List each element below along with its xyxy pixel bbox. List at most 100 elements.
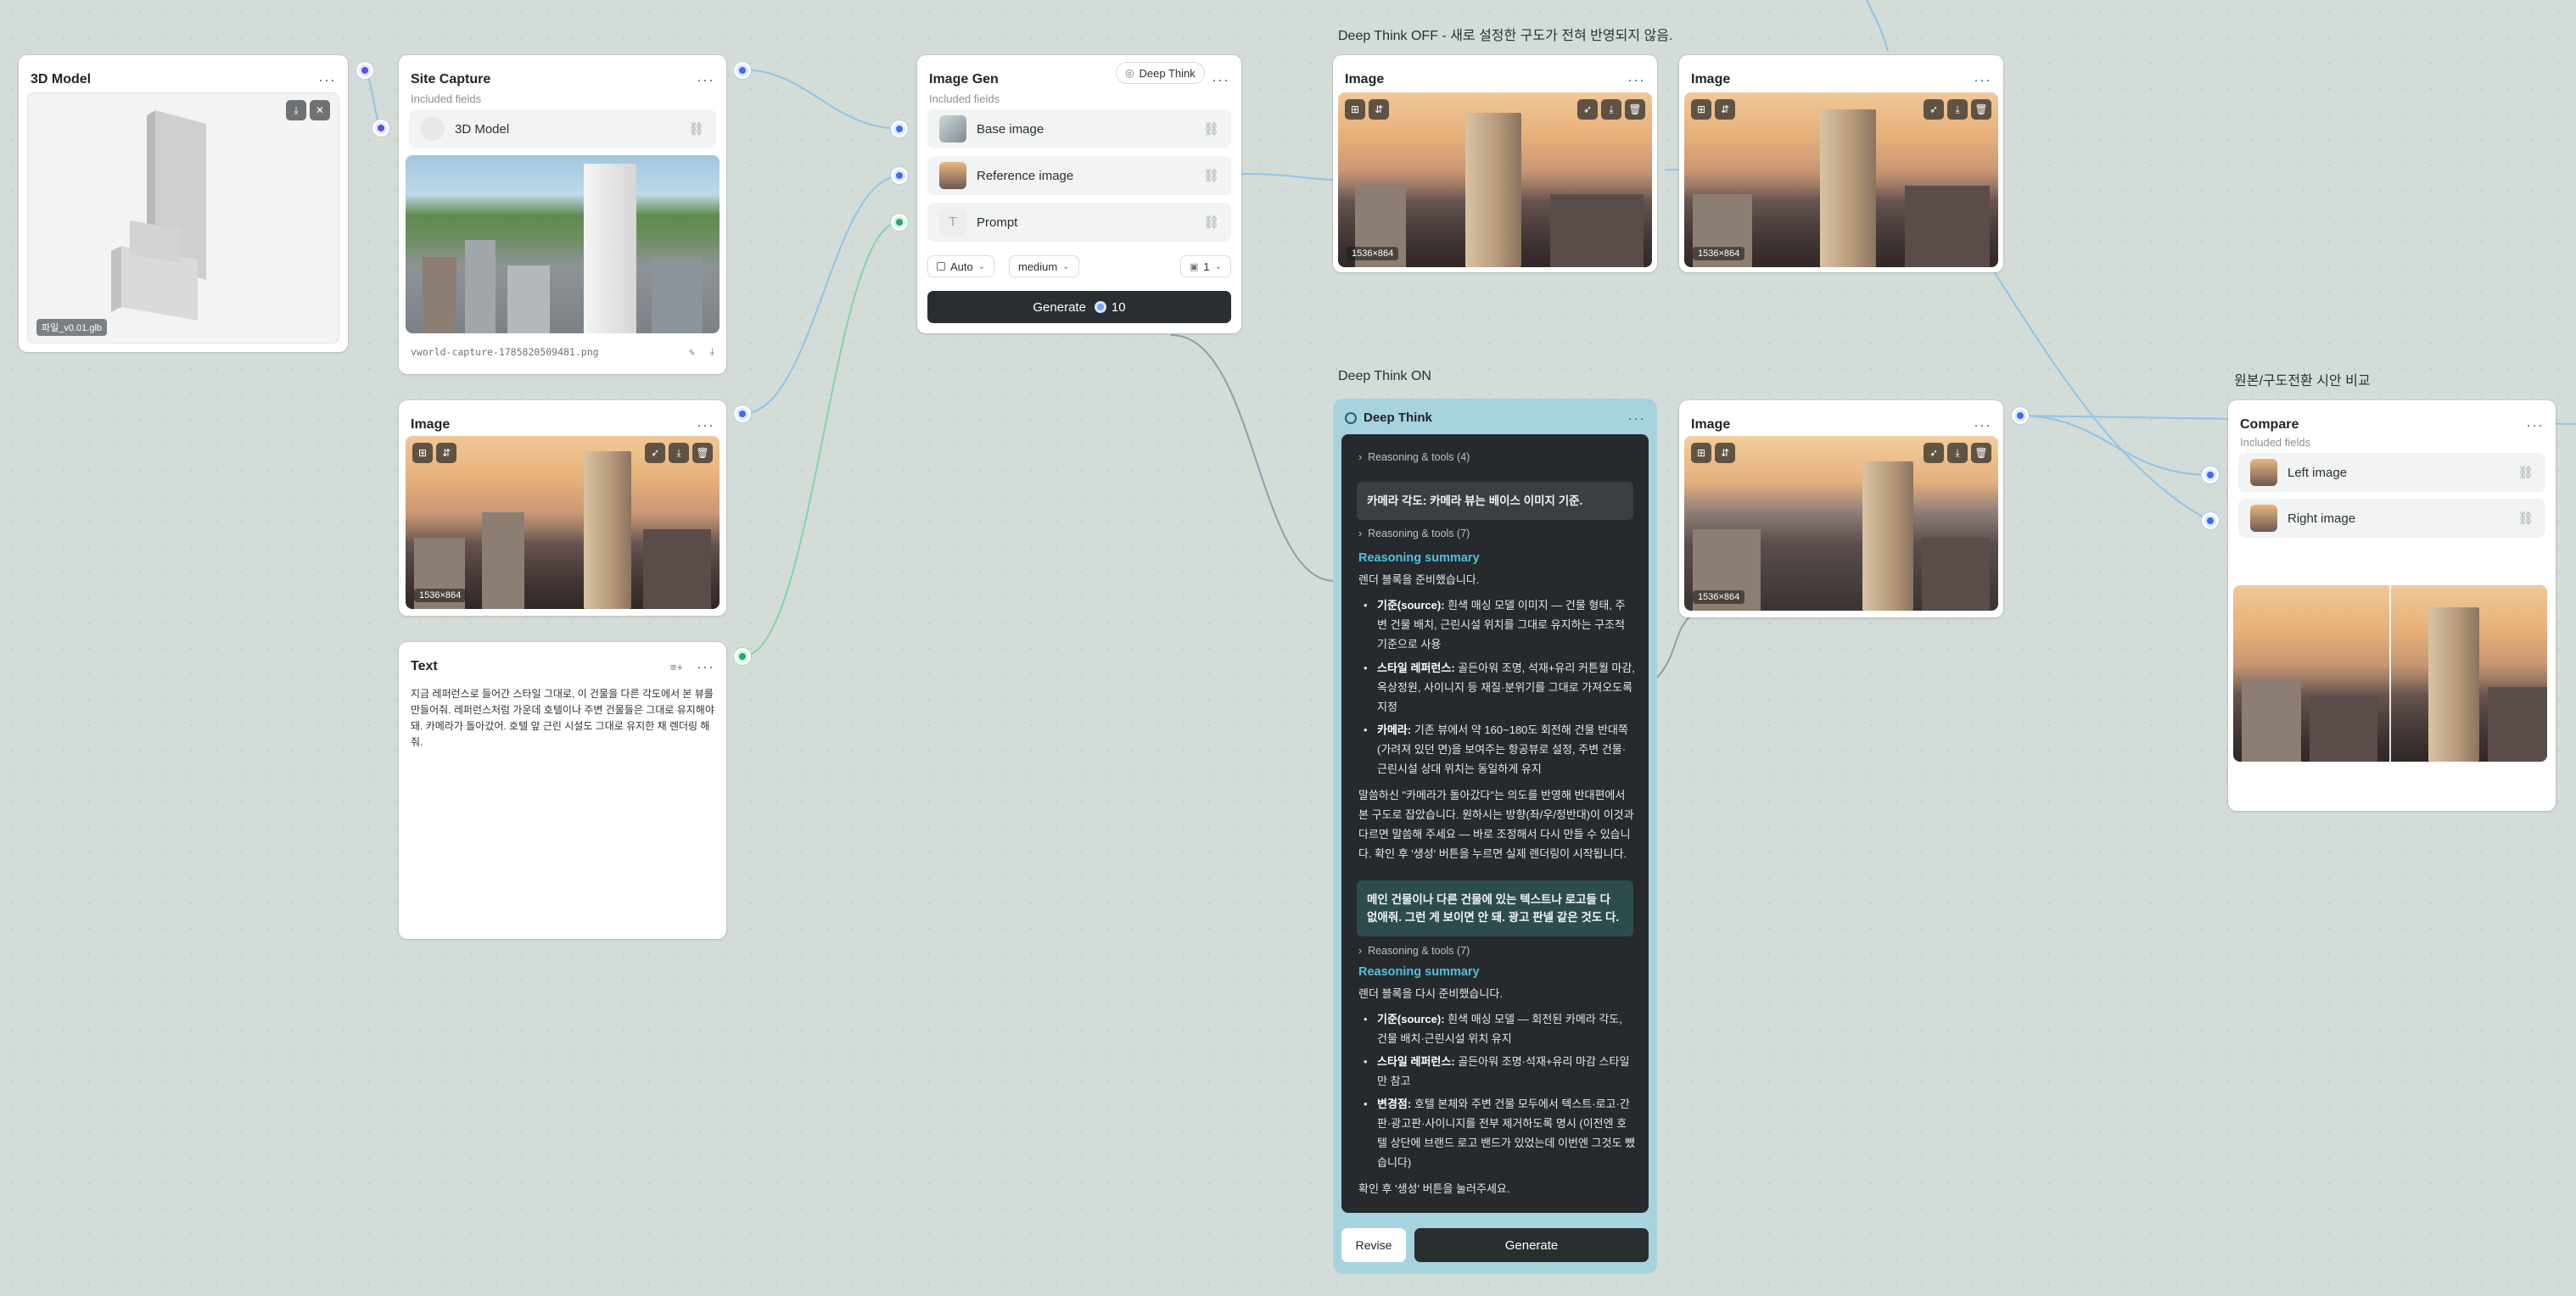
send-icon[interactable]: ➶ [1924,99,1944,120]
output-port[interactable] [734,648,751,665]
more-menu-icon[interactable]: ··· [1627,411,1645,426]
pin-icon[interactable]: ⇵ [1715,443,1735,463]
add-text-icon[interactable]: ≡+ [670,661,683,673]
node-site-capture[interactable]: Site Capture ··· Included fields 3D Mode… [399,55,726,374]
link-icon[interactable]: ⛓ [2517,511,2534,526]
image-preview[interactable]: ⊞ ⇵ ➶ ⤓ 🗑 1536×864 [406,436,720,609]
capture-image[interactable] [406,155,720,333]
prompt-text[interactable]: 지금 레퍼런스로 들어간 스타일 그대로, 이 건물을 다른 각도에서 본 뷰를… [411,686,714,751]
summary-outro: 말씀하신 "카메라가 돌아갔다"는 의도를 반영해 반대편에서 본 구도로 잡았… [1358,789,1634,860]
send-icon[interactable]: ➶ [1924,443,1944,463]
node-3d-model[interactable]: 3D Model ··· ⤓ ✕ 파일_v0.01.glb [19,55,348,352]
node-image-left[interactable]: Image ··· ⊞ ⇵ ➶ ⤓ 🗑 1536×864 [399,400,726,616]
node-image-off-2[interactable]: Image ··· ⊞ ⇵ ➶ ⤓ 🗑 1536×864 [1679,55,2003,272]
field-label: Left image [2288,465,2348,480]
aspect-select[interactable]: Auto ⌄ [927,255,995,277]
generate-button[interactable]: Generate 10 [927,291,1231,323]
node-image-off-1[interactable]: Image ··· ⊞ ⇵ ➶ ⤓ 🗑 1536×864 [1333,55,1657,272]
download-icon[interactable]: ⤓ [1947,99,1968,120]
delete-icon[interactable]: 🗑 [1971,443,1991,463]
download-icon[interactable]: ⤓ [286,100,306,120]
input-port-right[interactable] [2202,512,2219,529]
tower-shape [1465,113,1521,267]
close-icon[interactable]: ✕ [310,100,330,120]
image-preview[interactable]: ⊞ ⇵ ➶ ⤓ 🗑 1536×864 [1684,436,1998,611]
field-label: Base image [977,121,1044,137]
pin-icon[interactable]: ⇵ [1715,99,1735,120]
expand-icon[interactable]: ⊞ [1691,99,1711,120]
generate-label: Generate [1033,299,1086,315]
input-port-left[interactable] [2202,466,2219,483]
image-size: 1536×864 [414,589,467,602]
field-right-image[interactable]: Right image ⛓ [2238,499,2545,538]
input-port-reference[interactable] [891,167,908,184]
more-menu-icon[interactable]: ··· [318,72,336,87]
expand-icon[interactable]: ⊞ [1345,99,1365,120]
link-icon[interactable]: ⛓ [688,121,704,137]
download-icon[interactable]: ⤓ [1601,99,1621,120]
more-menu-icon[interactable]: ··· [697,417,714,433]
more-menu-icon[interactable]: ··· [1974,417,1991,433]
input-port-base[interactable] [891,120,908,137]
link-icon[interactable]: ⛓ [2517,465,2534,480]
node-image-gen[interactable]: Image Gen ··· ◎ Deep Think Included fiel… [917,55,1241,333]
quality-select[interactable]: medium ⌄ [1009,255,1079,277]
link-icon[interactable]: ⛓ [1203,215,1219,230]
link-icon[interactable]: ⛓ [1203,168,1219,183]
compare-preview[interactable] [2233,585,2547,762]
count-select[interactable]: ▣ 1 ⌄ [1179,255,1231,277]
download-icon[interactable]: ⤓ [669,443,689,463]
output-port[interactable] [2012,407,2029,424]
field-base-image[interactable]: Base image ⛓ [927,109,1231,148]
node-text[interactable]: Text ≡+ ··· 지금 레퍼런스로 들어간 스타일 그대로, 이 건물을 … [399,642,726,939]
field-reference-image[interactable]: Reference image ⛓ [927,156,1231,195]
summary-intro: 렌더 블록을 다시 준비했습니다. [1358,987,1503,1000]
send-icon[interactable]: ➶ [1577,99,1598,120]
more-menu-icon[interactable]: ··· [1212,72,1229,87]
generate-button[interactable]: Generate [1414,1228,1649,1262]
reasoning-toggle[interactable]: › Reasoning & tools (7) [1358,945,1470,957]
output-port[interactable] [734,62,751,79]
model-viewport[interactable]: ⤓ ✕ 파일_v0.01.glb [27,92,339,344]
deep-think-transcript[interactable]: › Reasoning & tools (4) 카메라 각도: 카메라 뷰는 베… [1341,434,1649,1213]
pin-icon[interactable]: ⇵ [436,443,456,463]
more-menu-icon[interactable]: ··· [2526,417,2544,433]
send-icon[interactable]: ➶ [645,443,665,463]
edit-icon[interactable]: ✎ [689,346,695,358]
output-port[interactable] [734,405,751,422]
brain-icon: ◎ [1125,67,1134,79]
image-size: 1536×864 [1693,590,1745,604]
reasoning-toggle[interactable]: › Reasoning & tools (4) [1358,451,1470,463]
input-port[interactable] [372,120,389,137]
reasoning-toggle[interactable]: › Reasoning & tools (7) [1358,528,1470,539]
delete-icon[interactable]: 🗑 [692,443,713,463]
input-port-prompt[interactable] [891,214,908,231]
expand-icon[interactable]: ⊞ [412,443,433,463]
output-port[interactable] [356,62,373,79]
more-menu-icon[interactable]: ··· [697,659,714,674]
delete-icon[interactable]: 🗑 [1625,99,1645,120]
revise-button[interactable]: Revise [1341,1228,1406,1262]
field-left-image[interactable]: Left image ⛓ [2238,453,2545,492]
image-preview[interactable]: ⊞ ⇵ ➶ ⤓ 🗑 1536×864 [1338,92,1652,267]
link-icon[interactable]: ⛓ [1203,121,1219,137]
image-preview[interactable]: ⊞ ⇵ ➶ ⤓ 🗑 1536×864 [1684,92,1998,267]
node-title: Image [1691,417,1731,432]
node-image-on[interactable]: Image ··· ⊞ ⇵ ➶ ⤓ 🗑 1536×864 [1679,400,2003,617]
download-icon[interactable]: ⤓ [710,345,714,358]
expand-icon[interactable]: ⊞ [1691,443,1711,463]
node-compare[interactable]: Compare ··· Included fields Left image ⛓… [2228,400,2556,811]
download-icon[interactable]: ⤓ [1947,443,1968,463]
deep-think-toggle[interactable]: ◎ Deep Think [1116,62,1205,84]
field-prompt[interactable]: T Prompt ⛓ [927,203,1231,242]
building-shape [465,240,496,333]
text-icon: T [939,209,966,236]
node-deep-think[interactable]: Deep Think ··· › Reasoning & tools (4) 카… [1333,399,1657,1274]
delete-icon[interactable]: 🗑 [1971,99,1991,120]
compare-slider-divider[interactable] [2389,585,2391,762]
more-menu-icon[interactable]: ··· [1627,72,1645,87]
pin-icon[interactable]: ⇵ [1369,99,1389,120]
field-3d-model[interactable]: 3D Model ⛓ [409,109,716,148]
more-menu-icon[interactable]: ··· [697,72,714,87]
more-menu-icon[interactable]: ··· [1974,72,1991,87]
